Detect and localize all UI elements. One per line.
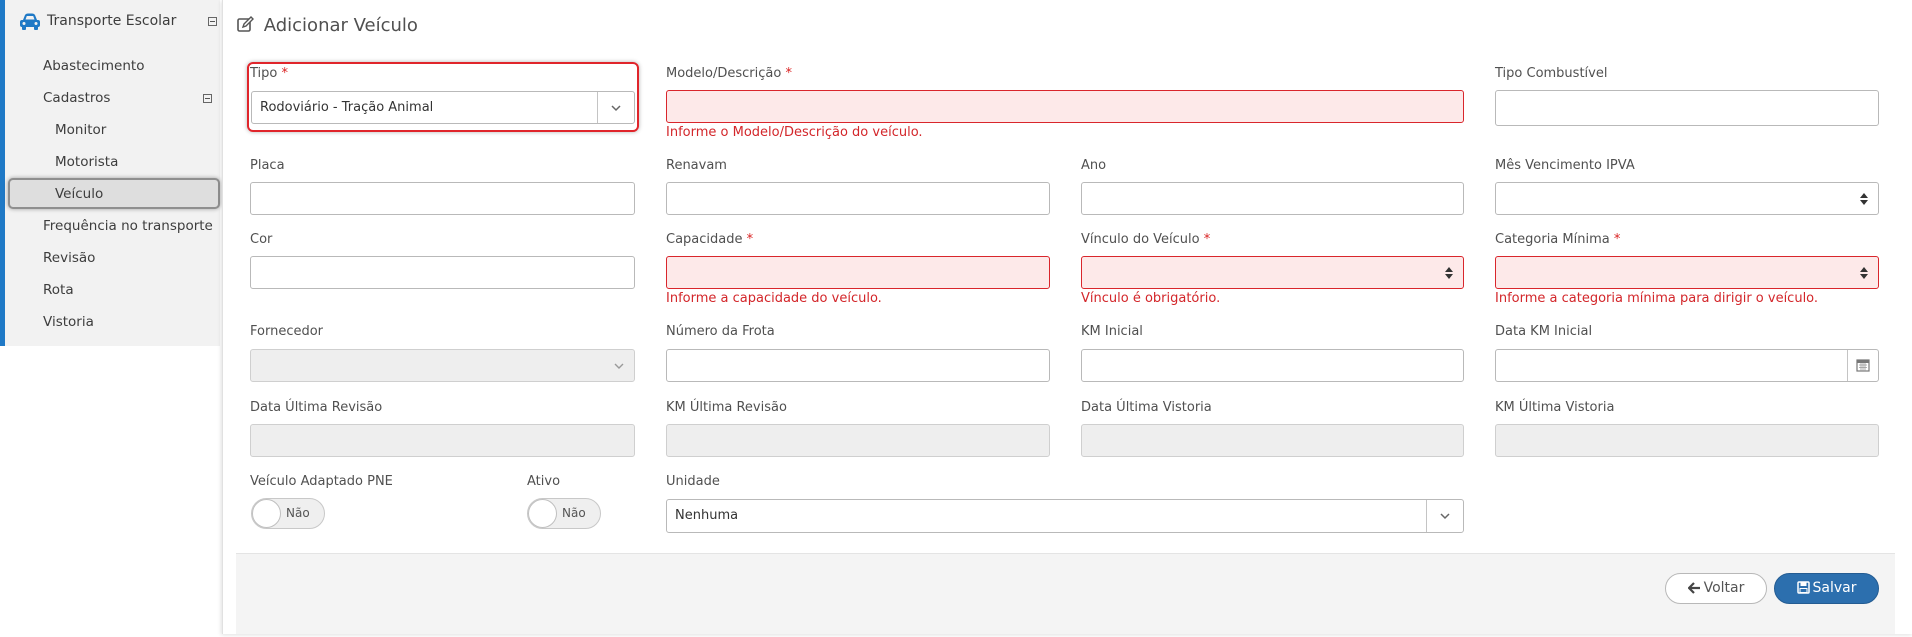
- categoria-select[interactable]: [1495, 256, 1879, 289]
- renavam-input[interactable]: [666, 182, 1050, 215]
- sidebar-item-cadastros[interactable]: Cadastros: [43, 90, 110, 106]
- categoria-error: Informe a categoria mínima para dirigir …: [1495, 291, 1819, 306]
- capacidade-input[interactable]: [666, 256, 1050, 289]
- renavam-label: Renavam: [666, 158, 727, 173]
- toggle-state: Não: [562, 506, 586, 520]
- sidebar-module-header[interactable]: Transporte Escolar: [10, 0, 220, 44]
- modelo-error: Informe o Modelo/Descrição do veículo.: [666, 125, 923, 140]
- capacidade-label: Capacidade *: [666, 232, 754, 247]
- fornecedor-select[interactable]: [250, 349, 635, 382]
- page-title-text: Adicionar Veículo: [263, 15, 418, 36]
- save-button-label: Salvar: [1812, 580, 1857, 596]
- fornecedor-label: Fornecedor: [250, 324, 324, 339]
- cadastros-collapse-icon[interactable]: [203, 94, 212, 103]
- categoria-label: Categoria Mínima *: [1495, 232, 1621, 247]
- edit-icon: [237, 16, 254, 32]
- chevron-down-icon: [1440, 513, 1450, 520]
- sidebar-item-revisao[interactable]: Revisão: [43, 250, 95, 266]
- sort-arrows-icon: [1445, 267, 1453, 279]
- modelo-input[interactable]: [666, 90, 1464, 123]
- tipo-dropdown-button[interactable]: [597, 92, 634, 123]
- numero-frota-label: Número da Frota: [666, 324, 775, 339]
- sidebar-item-vistoria[interactable]: Vistoria: [43, 314, 94, 330]
- sidebar-module-title: Transporte Escolar: [47, 13, 177, 29]
- numero-frota-input[interactable]: [666, 349, 1050, 382]
- car-icon: [20, 13, 40, 30]
- data-ultima-revisao-input: [250, 424, 635, 457]
- vinculo-select[interactable]: [1081, 256, 1464, 289]
- sort-arrows-icon: [1860, 267, 1868, 279]
- sidebar-active-highlight: [8, 178, 220, 209]
- data-ultima-vistoria-label: Data Última Vistoria: [1081, 400, 1212, 415]
- back-button[interactable]: Voltar: [1665, 573, 1767, 604]
- collapse-icon[interactable]: [208, 17, 217, 26]
- unidade-dropdown-button[interactable]: [1426, 500, 1463, 532]
- modelo-label: Modelo/Descrição *: [666, 66, 792, 81]
- tipo-combustivel-label: Tipo Combustível: [1495, 66, 1608, 81]
- unidade-select[interactable]: Nenhuma: [666, 499, 1464, 533]
- sort-arrows-icon: [1860, 193, 1868, 205]
- ano-label: Ano: [1081, 158, 1107, 173]
- back-button-label: Voltar: [1703, 580, 1745, 596]
- date-picker-button[interactable]: [1847, 350, 1878, 381]
- placa-input[interactable]: [250, 182, 635, 215]
- toggle-knob: [528, 499, 557, 528]
- vinculo-error: Vínculo é obrigatório.: [1081, 291, 1221, 306]
- cor-label: Cor: [250, 232, 273, 247]
- tipo-combustivel-input[interactable]: [1495, 90, 1879, 126]
- data-km-inicial-label: Data KM Inicial: [1495, 324, 1593, 339]
- km-inicial-input[interactable]: [1081, 349, 1464, 382]
- save-button[interactable]: Salvar: [1774, 573, 1879, 604]
- ano-input[interactable]: [1081, 182, 1464, 215]
- km-ultima-vistoria-label: KM Última Vistoria: [1495, 400, 1615, 415]
- toggle-state: Não: [286, 506, 310, 520]
- sidebar-item-motorista[interactable]: Motorista: [55, 154, 118, 170]
- form-footer: [236, 553, 1895, 634]
- capacidade-error: Informe a capacidade do veículo.: [666, 291, 882, 306]
- km-ultima-revisao-label: KM Última Revisão: [666, 400, 787, 415]
- unidade-label: Unidade: [666, 474, 720, 489]
- data-ultima-vistoria-input: [1081, 424, 1464, 457]
- chevron-down-icon: [614, 363, 624, 369]
- sidebar: Transporte Escolar Abastecimento Cadastr…: [0, 0, 220, 346]
- cor-input[interactable]: [250, 256, 635, 289]
- tipo-label: Tipo *: [250, 66, 288, 81]
- mes-ipva-select[interactable]: [1495, 182, 1879, 215]
- km-inicial-label: KM Inicial: [1081, 324, 1143, 339]
- floppy-disk-icon: [1796, 581, 1810, 594]
- sidebar-item-frequencia[interactable]: Frequência no transporte: [43, 218, 213, 234]
- adaptado-pne-toggle[interactable]: Não: [251, 498, 325, 529]
- chevron-down-icon: [611, 105, 621, 112]
- ativo-label: Ativo: [527, 474, 561, 489]
- km-ultima-vistoria-input: [1495, 424, 1879, 457]
- sidebar-item-rota[interactable]: Rota: [43, 282, 74, 298]
- toggle-knob: [252, 499, 281, 528]
- km-ultima-revisao-input: [666, 424, 1050, 457]
- unidade-select-value: Nenhuma: [675, 508, 739, 523]
- mes-ipva-label: Mês Vencimento IPVA: [1495, 158, 1635, 173]
- adaptado-pne-label: Veículo Adaptado PNE: [250, 474, 393, 489]
- page-title: Adicionar Veículo: [237, 15, 418, 36]
- data-ultima-revisao-label: Data Última Revisão: [250, 400, 383, 415]
- sidebar-item-monitor[interactable]: Monitor: [55, 122, 106, 138]
- calendar-icon: [1856, 359, 1870, 372]
- tipo-select[interactable]: Rodoviário - Tração Animal: [251, 91, 635, 124]
- arrow-left-icon: [1687, 582, 1700, 594]
- sidebar-item-abastecimento[interactable]: Abastecimento: [43, 58, 144, 74]
- sidebar-item-veiculo[interactable]: Veículo: [55, 186, 103, 202]
- placa-label: Placa: [250, 158, 285, 173]
- tipo-select-value: Rodoviário - Tração Animal: [260, 100, 434, 115]
- vinculo-label: Vínculo do Veículo *: [1081, 232, 1211, 247]
- data-km-inicial-input[interactable]: [1495, 349, 1879, 382]
- ativo-toggle[interactable]: Não: [527, 498, 601, 529]
